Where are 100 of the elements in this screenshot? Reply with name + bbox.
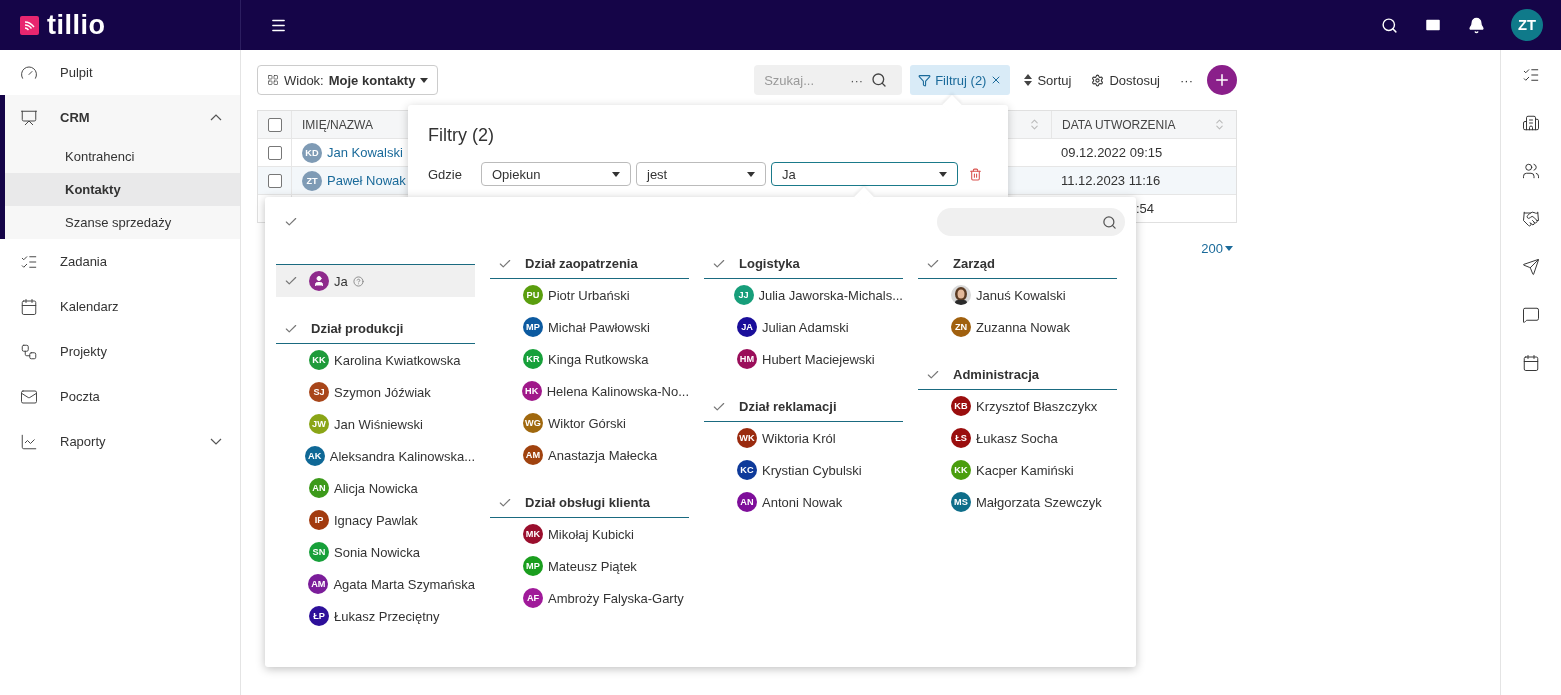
checkbox[interactable] [267, 173, 282, 188]
user-option[interactable]: ŁP Łukasz Przeciętny [276, 600, 475, 632]
sidebar-subitem[interactable]: Szanse sprzedaży [5, 206, 240, 239]
search-field[interactable] [937, 208, 1125, 236]
user-option[interactable]: JW Jan Wiśniewski [276, 408, 475, 440]
avatar: ZN [951, 317, 971, 337]
value-select[interactable]: Ja [771, 162, 958, 186]
avatar: ŁS [951, 428, 971, 448]
avatar: KR [523, 349, 543, 369]
date-text: 09.12.2022 09:15 [1061, 145, 1163, 160]
user-option[interactable]: AM Agata Marta Szymańska [276, 568, 475, 600]
user-avatar[interactable]: ZT [1511, 9, 1543, 41]
checkbox[interactable] [267, 145, 282, 160]
user-option[interactable]: IP Ignacy Pawlak [276, 504, 475, 536]
group-title: Dział produkcji [311, 321, 404, 336]
handshake-icon[interactable] [1522, 210, 1540, 228]
user-option[interactable]: JA Julian Adamski [704, 311, 903, 343]
avatar: KC [737, 460, 757, 480]
user-option[interactable]: MP Mateusz Piątek [490, 550, 689, 582]
user-option[interactable]: WK Wiktoria Król [704, 422, 903, 454]
user-option[interactable]: AF Ambroży Falyska-Garty [490, 582, 689, 614]
user-option[interactable]: SN Sonia Nowicka [276, 536, 475, 568]
user-option[interactable]: KK Karolina Kwiatkowska [276, 344, 475, 376]
building-icon[interactable] [1522, 114, 1540, 132]
column-header[interactable]: DATA UTWORZENIA [1062, 117, 1176, 132]
user-option[interactable]: KR Kinga Rutkowska [490, 343, 689, 375]
avatar: WK [737, 428, 757, 448]
search-icon [1102, 214, 1117, 230]
avatar: MS [951, 492, 971, 512]
sidebar-item[interactable]: Raporty [0, 419, 240, 464]
user-option[interactable]: JJ Julia Jaworska-Michals... [704, 279, 903, 311]
user-option[interactable]: ZN Zuzanna Nowak [918, 311, 1117, 343]
user-option[interactable]: AM Anastazja Małecka [490, 439, 689, 471]
filter-label: Gdzie [428, 166, 463, 182]
contact-link[interactable]: Paweł Nowak [327, 173, 406, 188]
avatar: KK [309, 350, 329, 370]
filter-button[interactable]: Filtruj (2) [910, 65, 1011, 95]
more-button[interactable]: ··· [1174, 65, 1199, 95]
user-option[interactable]: Januś Kowalski [918, 279, 1117, 311]
avatar: HM [737, 349, 757, 369]
sidebar-item[interactable]: Poczta [0, 374, 240, 419]
sort-button[interactable]: Sortuj [1018, 65, 1078, 95]
user-option[interactable]: PU Piotr Urbański [490, 279, 689, 311]
sidebar-item[interactable]: Zadania [0, 239, 240, 284]
user-option[interactable]: AN Alicja Nowicka [276, 472, 475, 504]
operator-select[interactable]: jest [636, 162, 766, 186]
sidebar-subitem[interactable]: Kontakty [5, 173, 240, 206]
sidebar-item[interactable]: Projekty [0, 329, 240, 374]
avatar: KB [951, 396, 971, 416]
user-option[interactable]: MP Michał Pawłowski [490, 311, 689, 343]
group-title: Zarząd [953, 256, 995, 271]
user-option[interactable]: WG Wiktor Górski [490, 407, 689, 439]
field-select[interactable]: Opiekun [481, 162, 631, 186]
contact-link[interactable]: Jan Kowalski [327, 145, 403, 160]
user-option[interactable]: ŁS Łukasz Socha [918, 422, 1117, 454]
user-option[interactable]: HK Helena Kalinowska-No... [490, 375, 689, 407]
check-icon[interactable] [284, 215, 298, 229]
avatar: JA [737, 317, 757, 337]
gauge-icon [20, 63, 38, 82]
user-option[interactable]: MK Mikołaj Kubicki [490, 518, 689, 550]
users-icon[interactable] [1522, 162, 1540, 180]
help-icon[interactable] [352, 275, 364, 287]
add-button[interactable] [1207, 65, 1237, 95]
view-button[interactable]: Widok: Moje kontakty [257, 65, 439, 95]
user-option[interactable]: AN Antoni Nowak [704, 486, 903, 518]
user-option[interactable]: KC Krystian Cybulski [704, 454, 903, 486]
group-title: Dział zaopatrzenia [525, 256, 638, 271]
search-field[interactable]: Szukaj... ··· [754, 65, 903, 95]
trash-icon[interactable] [969, 167, 982, 181]
gear-icon [1091, 73, 1105, 87]
checkbox[interactable] [267, 117, 282, 132]
more-options-button[interactable]: ··· [850, 72, 864, 88]
column-header[interactable]: IMIĘ/NAZWA [302, 117, 373, 132]
send-icon[interactable] [1522, 258, 1540, 276]
sidebar-item[interactable]: Kalendarz [0, 284, 240, 329]
user-option[interactable]: AK Aleksandra Kalinowska... [276, 440, 475, 472]
avatar: KK [951, 460, 971, 480]
message-icon[interactable] [1522, 306, 1540, 324]
user-option[interactable]: KB Krzysztof Błaszczykx [918, 390, 1117, 422]
search-icon[interactable] [871, 72, 888, 88]
customize-button[interactable]: Dostosuj [1085, 65, 1166, 95]
user-option[interactable]: SJ Szymon Jóźwiak [276, 376, 475, 408]
avatar: AM [523, 445, 543, 465]
chart-icon [20, 432, 38, 451]
bell-icon[interactable] [1468, 16, 1485, 34]
avatar: AN [309, 478, 329, 498]
board-icon [20, 108, 38, 127]
page-size-button[interactable]: 200 [1201, 241, 1233, 256]
user-option[interactable]: MS Małgorzata Szewczyk [918, 486, 1117, 518]
tasks-icon[interactable] [1522, 66, 1540, 84]
user-option[interactable]: KK Kacper Kamiński [918, 454, 1117, 486]
search-icon[interactable] [1381, 16, 1398, 34]
avatar: PU [523, 285, 543, 305]
user-option[interactable]: HM Hubert Maciejewski [704, 343, 903, 375]
calendar-icon[interactable] [1522, 354, 1540, 372]
user-option[interactable]: Ja [276, 265, 475, 297]
date-text: :54 [1135, 201, 1154, 216]
sidebar-subitem[interactable]: Kontrahenci [5, 140, 240, 173]
sidebar-item[interactable]: CRM [5, 95, 240, 140]
sidebar-item[interactable]: Pulpit [0, 50, 240, 95]
